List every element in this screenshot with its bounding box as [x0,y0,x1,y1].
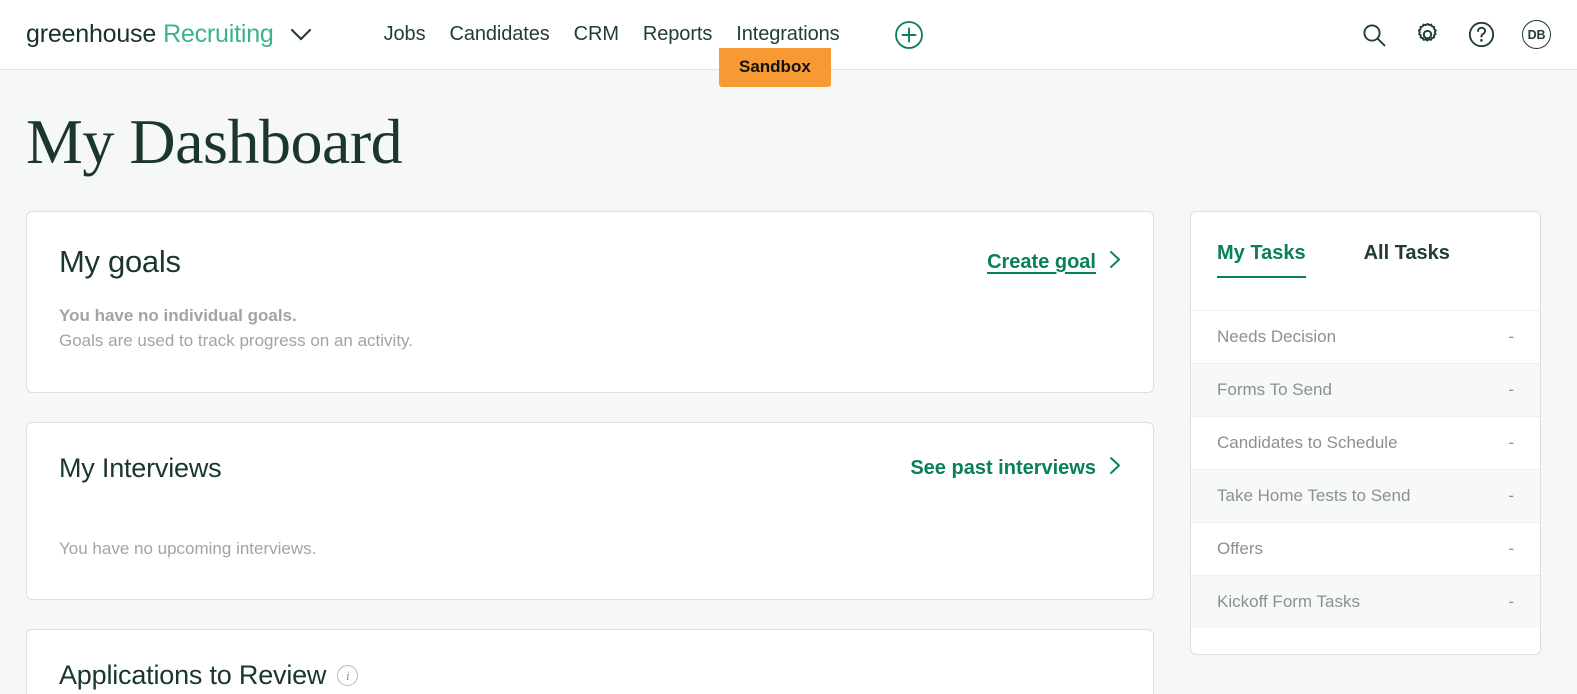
plus-circle-icon[interactable] [894,20,924,50]
app-logo[interactable]: greenhouse Recruiting [26,20,312,49]
create-goal-label: Create goal [987,250,1096,273]
top-navigation-bar: greenhouse Recruiting Jobs Candidates CR… [0,0,1577,87]
task-count: - [1508,539,1514,558]
nav-item-jobs[interactable]: Jobs [384,23,426,46]
task-row[interactable]: Kickoff Form Tasks - [1191,575,1540,628]
nav-item-reports[interactable]: Reports [643,23,712,46]
see-past-interviews-link[interactable]: See past interviews [910,456,1121,481]
task-row[interactable]: Offers - [1191,522,1540,575]
tab-all-tasks[interactable]: All Tasks [1336,242,1450,278]
task-label: Kickoff Form Tasks [1217,592,1360,611]
logo-primary-text: greenhouse [26,20,157,48]
my-interviews-header: My Interviews See past interviews [59,453,1121,484]
applications-header: Applications to Review i [59,660,1121,691]
task-label: Candidates to Schedule [1217,433,1398,452]
tab-my-tasks[interactable]: My Tasks [1217,242,1306,278]
tasks-tabs: My Tasks All Tasks [1191,212,1540,278]
dashboard-columns: My goals Create goal You have no individ… [26,211,1551,694]
task-label: Forms To Send [1217,380,1332,399]
task-count: - [1508,486,1514,505]
goals-empty-title: You have no individual goals. [59,306,297,325]
task-count: - [1508,592,1514,611]
task-row[interactable]: Needs Decision - [1191,310,1540,363]
page-title: My Dashboard [26,106,403,177]
dashboard-main-column: My goals Create goal You have no individ… [26,211,1154,694]
task-row[interactable]: Candidates to Schedule - [1191,416,1540,469]
info-icon[interactable]: i [337,665,359,686]
applications-title: Applications to Review [59,660,327,690]
task-count: - [1508,433,1514,452]
chevron-down-icon[interactable] [290,28,312,42]
my-goals-card: My goals Create goal You have no individ… [26,211,1154,393]
nav-item-crm[interactable]: CRM [574,23,619,46]
task-label: Take Home Tests to Send [1217,486,1411,505]
tasks-card: My Tasks All Tasks Needs Decision - Form… [1190,211,1541,655]
header-actions: DB [1361,20,1551,49]
dashboard-side-column: My Tasks All Tasks Needs Decision - Form… [1190,211,1541,655]
task-label: Needs Decision [1217,327,1337,346]
page-body: My Dashboard My goals Create goal You ha… [0,105,1577,694]
interviews-empty-text: You have no upcoming interviews. [59,539,317,558]
gear-icon[interactable] [1414,21,1441,48]
task-row[interactable]: Forms To Send - [1191,363,1540,416]
my-goals-header: My goals Create goal [59,244,1121,280]
sandbox-badge: Sandbox [719,48,831,87]
task-row[interactable]: Take Home Tests to Send - [1191,469,1540,522]
task-label: Offers [1217,539,1263,558]
my-goals-title: My goals [59,244,181,279]
task-count: - [1508,327,1514,346]
task-count: - [1508,380,1514,399]
avatar[interactable]: DB [1522,20,1551,49]
my-interviews-card: My Interviews See past interviews You ha… [26,422,1154,600]
see-past-interviews-label: See past interviews [910,457,1096,479]
chevron-right-icon [1109,456,1121,481]
nav-item-integrations[interactable]: Integrations [736,23,839,46]
tasks-list: Needs Decision - Forms To Send - Candida… [1191,310,1540,628]
goals-empty-subtitle: Goals are used to track progress on an a… [59,331,414,350]
applications-to-review-card: Applications to Review i [26,629,1154,694]
nav-item-candidates[interactable]: Candidates [449,23,549,46]
create-goal-link[interactable]: Create goal [987,250,1121,275]
main-nav: Jobs Candidates CRM Reports Integrations [384,20,924,50]
help-icon[interactable] [1468,21,1495,48]
logo-secondary-text: Recruiting [163,20,274,48]
my-interviews-title: My Interviews [59,453,222,483]
chevron-right-icon [1109,250,1121,275]
search-icon[interactable] [1361,22,1387,48]
